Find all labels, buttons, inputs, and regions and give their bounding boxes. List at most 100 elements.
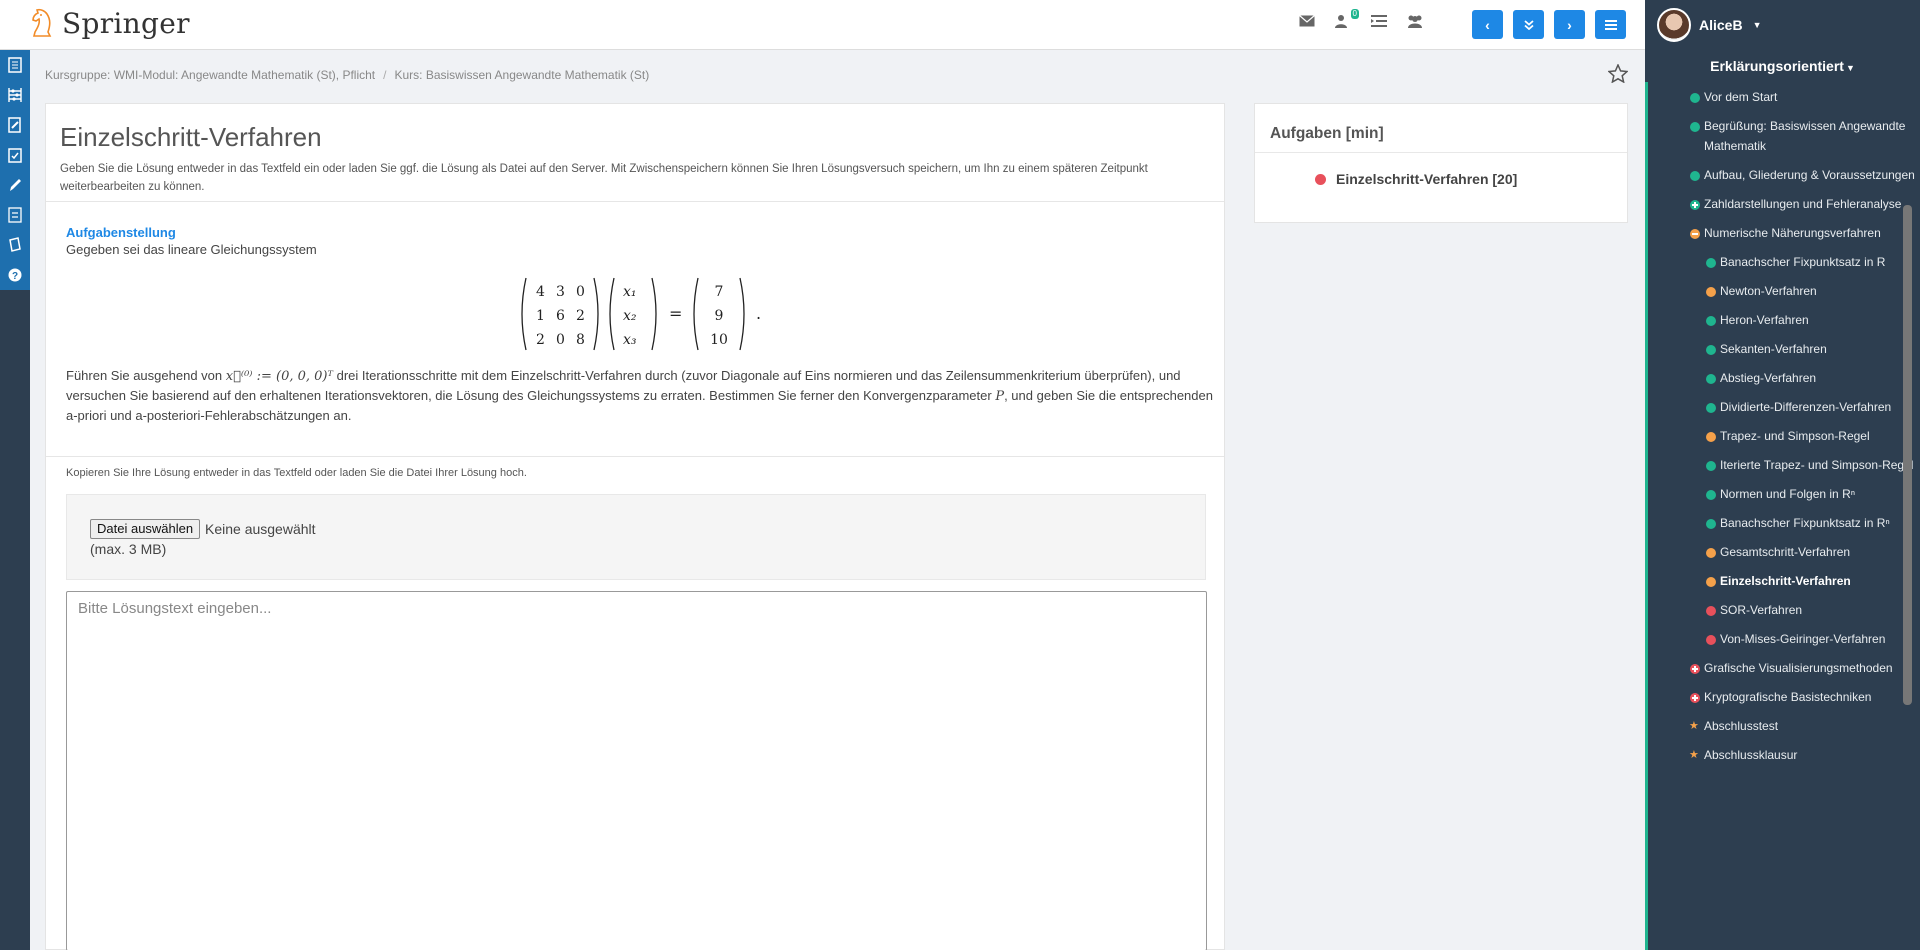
sidebar-item[interactable]: SOR-Verfahren bbox=[1706, 601, 1915, 621]
max-size-label: (max. 3 MB) bbox=[90, 541, 167, 557]
menu-button[interactable] bbox=[1595, 10, 1626, 39]
sidebar-accent-bar bbox=[1645, 82, 1648, 950]
next-button[interactable]: › bbox=[1554, 10, 1585, 39]
solution-textarea[interactable] bbox=[66, 591, 1207, 950]
document-icon[interactable] bbox=[0, 50, 30, 80]
sidebar-item-label: Vor dem Start bbox=[1704, 90, 1778, 104]
sidebar-item-label: Heron-Verfahren bbox=[1720, 312, 1809, 327]
status-dot-icon bbox=[1706, 402, 1716, 413]
abacus-icon[interactable] bbox=[0, 80, 30, 110]
edit-document-icon[interactable] bbox=[0, 110, 30, 140]
task-link-label: Einzelschritt-Verfahren [20] bbox=[1336, 171, 1518, 187]
notification-badge: 0 bbox=[1350, 9, 1359, 19]
group-users-icon[interactable] bbox=[1406, 14, 1424, 32]
favorite-star-icon[interactable] bbox=[1607, 63, 1629, 89]
sidebar-item-label: Banachscher Fixpunktsatz in Rⁿ bbox=[1720, 515, 1890, 530]
sidebar-item[interactable]: Aufbau, Gliederung & Voraussetzungen bbox=[1690, 166, 1915, 186]
breadcrumb: Kursgruppe: WMI-Modul: Angewandte Mathem… bbox=[45, 68, 650, 82]
sidebar-item-label: Banachscher Fixpunktsatz in R bbox=[1720, 254, 1886, 269]
status-dot-icon bbox=[1690, 122, 1700, 132]
matrix-entry: 8 bbox=[576, 332, 585, 348]
matrix-entry: 6 bbox=[556, 308, 565, 324]
sidebar-item[interactable]: Banachscher Fixpunktsatz in R bbox=[1706, 253, 1915, 273]
sidebar-item[interactable]: Gesamtschritt-Verfahren bbox=[1706, 543, 1915, 563]
sidebar-item[interactable]: Banachscher Fixpunktsatz in Rⁿ bbox=[1706, 514, 1915, 534]
parameter-p-math: P bbox=[995, 389, 1005, 404]
unknown-vector-entry: x₃ bbox=[623, 332, 637, 348]
task-card: Einzelschritt-Verfahren Geben Sie die Lö… bbox=[45, 103, 1225, 950]
username: AliceB bbox=[1699, 17, 1743, 33]
task-description: Führen Sie ausgehend von x⃗⁽⁰⁾ := (0, 0,… bbox=[66, 366, 1216, 425]
sidebar-item[interactable]: Vor dem Start bbox=[1690, 88, 1915, 108]
unknown-vector-entry: x₁ bbox=[623, 284, 637, 300]
sidebar-item[interactable]: Von-Mises-Geiringer-Verfahren bbox=[1706, 630, 1915, 650]
course-toc: Vor dem Start Begrüßung: Basiswissen Ange… bbox=[1689, 88, 1915, 775]
status-dot-icon bbox=[1706, 634, 1716, 645]
help-icon[interactable]: ? bbox=[0, 260, 30, 290]
sidebar-item[interactable]: Trapez- und Simpson-Regel bbox=[1706, 427, 1915, 447]
expand-plus-icon bbox=[1690, 692, 1700, 703]
copy-note: Kopieren Sie Ihre Lösung entweder in das… bbox=[66, 467, 527, 479]
envelope-icon[interactable] bbox=[1298, 14, 1316, 32]
sort-az-icon[interactable] bbox=[0, 200, 30, 230]
view-mode-dropdown[interactable]: Erklärungsorientiert ▼ bbox=[1645, 58, 1920, 74]
matrix-entry: 3 bbox=[556, 284, 565, 300]
previous-button[interactable]: ‹ bbox=[1472, 10, 1503, 39]
list-indent-icon[interactable] bbox=[1370, 14, 1388, 32]
user-menu[interactable]: AliceB ▼ bbox=[1657, 8, 1762, 42]
choose-file-button[interactable]: Datei auswählen bbox=[90, 519, 201, 539]
sidebar-item-label: Newton-Verfahren bbox=[1720, 283, 1817, 298]
sidebar-item[interactable]: Numerische Näherungsverfahren bbox=[1690, 224, 1915, 244]
expand-plus-icon bbox=[1690, 663, 1700, 674]
sidebar-item[interactable]: ★ Abschlusstest bbox=[1689, 717, 1915, 737]
notifications-icon[interactable]: 0 bbox=[1334, 9, 1359, 32]
nav-buttons: ‹ › bbox=[1472, 10, 1626, 39]
intro-text: Geben Sie die Lösung entweder in das Tex… bbox=[60, 163, 1148, 193]
sidebar-item-label: Grafische Visualisierungsmethoden bbox=[1704, 660, 1893, 675]
hamburger-icon bbox=[1604, 17, 1617, 33]
pencil-icon[interactable] bbox=[0, 170, 30, 200]
breadcrumb-group-link[interactable]: Kursgruppe: WMI-Modul: Angewandte Mathem… bbox=[45, 68, 375, 82]
sidebar-item[interactable]: Sekanten-Verfahren bbox=[1706, 340, 1915, 360]
chevron-right-icon: › bbox=[1567, 16, 1572, 33]
sidebar-item[interactable]: Iterierte Trapez- und Simpson-Regel bbox=[1706, 456, 1915, 476]
task-link[interactable]: Einzelschritt-Verfahren [20] bbox=[1315, 171, 1517, 187]
brand-name: Springer bbox=[62, 6, 190, 40]
status-dot-icon bbox=[1690, 170, 1700, 181]
sidebar-item-label: Numerische Näherungsverfahren bbox=[1704, 225, 1881, 240]
sidebar-item[interactable]: Einzelschritt-Verfahren bbox=[1706, 572, 1915, 592]
sidebar-item-label: Aufbau, Gliederung & Voraussetzungen bbox=[1704, 167, 1915, 182]
sidebar-item[interactable]: ★ Abschlussklausur bbox=[1689, 746, 1915, 766]
sidebar-item[interactable]: Kryptografische Basistechniken bbox=[1690, 688, 1915, 708]
sidebar-item[interactable]: Grafische Visualisierungsmethoden bbox=[1690, 659, 1915, 679]
top-icons: 0 bbox=[1298, 9, 1424, 32]
sidebar-item[interactable]: Begrüßung: Basiswissen Angewandte Mathem… bbox=[1690, 117, 1915, 156]
tasks-panel: Aufgaben [min] Einzelschritt-Verfahren [… bbox=[1254, 103, 1628, 223]
clipboard-check-icon[interactable] bbox=[0, 140, 30, 170]
sidebar-scrollbar[interactable] bbox=[1903, 205, 1912, 705]
status-dot-icon bbox=[1706, 373, 1716, 384]
sidebar-item-label: Trapez- und Simpson-Regel bbox=[1720, 428, 1870, 443]
sidebar-item-label: SOR-Verfahren bbox=[1720, 602, 1803, 617]
status-dot-icon bbox=[1706, 431, 1716, 442]
sidebar-item-label: Abschlusstest bbox=[1704, 718, 1779, 733]
rhs-vector-entry: 10 bbox=[710, 332, 728, 348]
book-icon[interactable] bbox=[0, 230, 30, 260]
tasks-panel-title: Aufgaben [min] bbox=[1270, 125, 1384, 142]
sidebar-item[interactable]: Zahldarstellungen und Fehleranalyse bbox=[1690, 195, 1915, 215]
sidebar-item-label: Abschlussklausur bbox=[1704, 747, 1798, 762]
status-dot-icon bbox=[1706, 576, 1716, 587]
divider bbox=[46, 456, 1224, 457]
unknown-vector-entry: x₂ bbox=[623, 308, 637, 324]
sidebar-item[interactable]: Newton-Verfahren bbox=[1706, 282, 1915, 302]
matrix-entry: 4 bbox=[536, 284, 545, 300]
springer-logo[interactable]: Springer bbox=[28, 6, 190, 40]
expand-button[interactable] bbox=[1513, 10, 1544, 39]
status-dot-icon bbox=[1706, 257, 1716, 268]
sidebar-item[interactable]: Abstieg-Verfahren bbox=[1706, 369, 1915, 389]
status-dot-icon bbox=[1706, 547, 1716, 558]
breadcrumb-course-link[interactable]: Kurs: Basiswissen Angewandte Mathematik … bbox=[394, 68, 649, 82]
sidebar-item[interactable]: Heron-Verfahren bbox=[1706, 311, 1915, 331]
sidebar-item[interactable]: Normen und Folgen in Rⁿ bbox=[1706, 485, 1915, 505]
sidebar-item[interactable]: Dividierte-Differenzen-Verfahren bbox=[1706, 398, 1915, 418]
